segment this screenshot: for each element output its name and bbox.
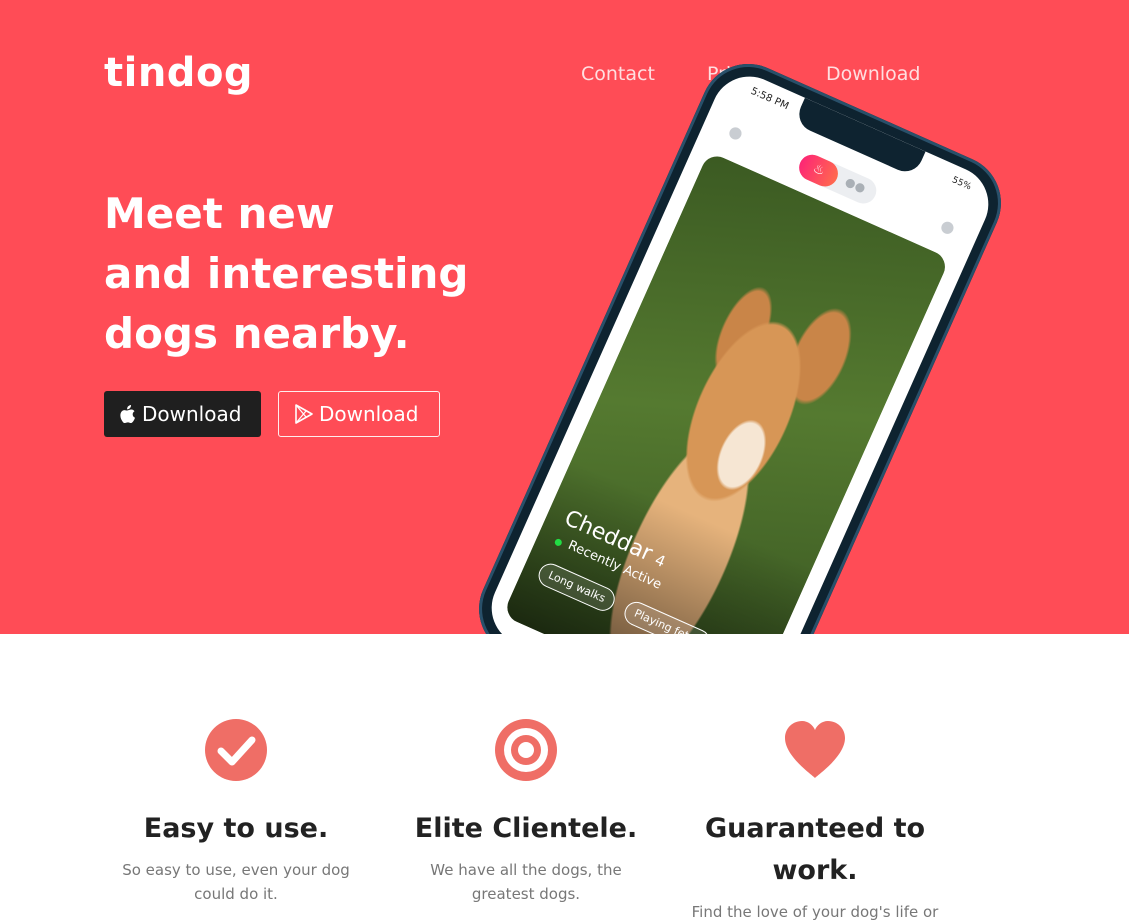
headline-line: Meet new [104,189,335,238]
status-time: 5:58 PM [748,85,791,113]
flame-icon: ♨ [794,150,843,191]
status-battery: 55% [950,175,973,193]
people-icon: ●● [843,174,868,196]
feature-text: So easy to use, even your dog could do i… [122,861,350,903]
profile-icon: ● [725,120,747,144]
phone-mockup: 5:58 PM 55% ● ♨ ●● ● Cheddar4 Recently A… [463,48,1017,634]
google-play-icon [295,404,313,424]
nav-link-download[interactable]: Download [826,63,920,85]
phone-screen: 5:58 PM 55% ● ♨ ●● ● Cheddar4 Recently A… [479,64,1001,634]
google-play-download-button[interactable]: Download [278,391,440,437]
feature-text: We have all the dogs, the greatest dogs. [430,861,622,903]
apple-icon [120,405,135,423]
feature-title: Elite Clientele. [414,813,638,844]
feature-title: Easy to use. [143,813,329,844]
download-label: Download [319,402,419,426]
feature-title: Guaranteed to work. [704,813,926,886]
feature-elite-clientele: Elite Clientele. We have all the dogs, t… [401,718,651,906]
app-store-download-button[interactable]: Download [104,391,261,437]
feature-guaranteed: Guaranteed to work. Find the love of you… [690,718,940,924]
bullseye-icon [495,719,557,781]
feature-text: Find the love of your dog's life or [691,903,939,921]
dog-profile-card: Cheddar4 Recently Active Long walks Play… [502,151,951,634]
hero-headline: Meet new and interesting dogs nearby. [104,184,468,364]
feature-easy-to-use: Easy to use. So easy to use, even your d… [111,718,361,906]
heart-icon [785,721,845,778]
download-label: Download [142,402,242,426]
headline-line: dogs nearby. [104,309,410,358]
chat-icon: ● [937,215,959,239]
check-circle-icon [205,719,267,781]
phone-body: 5:58 PM 55% ● ♨ ●● ● Cheddar4 Recently A… [463,48,1017,634]
hero-section: tindog Contact Pricing Download Meet new… [0,0,1129,634]
headline-line: and interesting [104,249,469,298]
nav-link-contact[interactable]: Contact [581,63,655,85]
brand-logo[interactable]: tindog [104,50,253,96]
